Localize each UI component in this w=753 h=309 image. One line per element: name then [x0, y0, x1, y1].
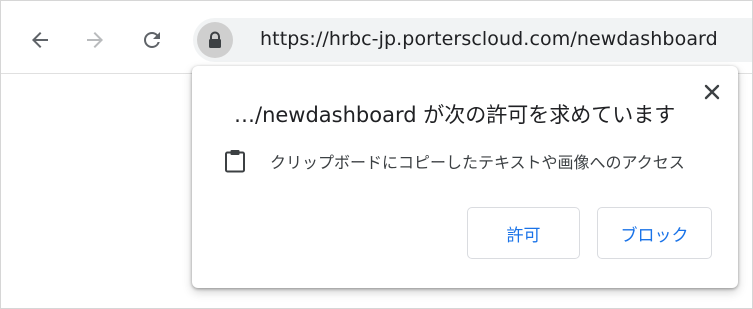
close-button[interactable]	[699, 79, 725, 105]
url-text[interactable]: https://hrbc-jp.porterscloud.com/newdash…	[260, 28, 718, 50]
lock-icon	[209, 31, 221, 48]
browser-toolbar: https://hrbc-jp.porterscloud.com/newdash…	[1, 1, 752, 74]
permission-text: クリップボードにコピーしたテキストや画像へのアクセス	[270, 153, 685, 172]
address-bar[interactable]: https://hrbc-jp.porterscloud.com/newdash…	[193, 18, 752, 62]
forward-button[interactable]	[80, 25, 110, 55]
close-icon	[704, 84, 720, 100]
permission-row: クリップボードにコピーしたテキストや画像へのアクセス	[222, 146, 685, 176]
permission-dialog: …/newdashboard が次の許可を求めています クリップボードにコピーし…	[192, 66, 738, 288]
site-info-button[interactable]	[197, 22, 233, 58]
back-button[interactable]	[25, 25, 55, 55]
reload-button[interactable]	[137, 25, 167, 55]
arrow-left-icon	[32, 32, 48, 48]
block-button[interactable]: ブロック	[597, 207, 712, 259]
browser-window: https://hrbc-jp.porterscloud.com/newdash…	[0, 0, 753, 309]
arrow-right-icon	[87, 32, 103, 48]
dialog-title: …/newdashboard が次の許可を求めています	[234, 103, 676, 127]
allow-button[interactable]: 許可	[467, 207, 580, 259]
reload-icon	[144, 32, 160, 48]
clipboard-icon	[222, 148, 248, 174]
